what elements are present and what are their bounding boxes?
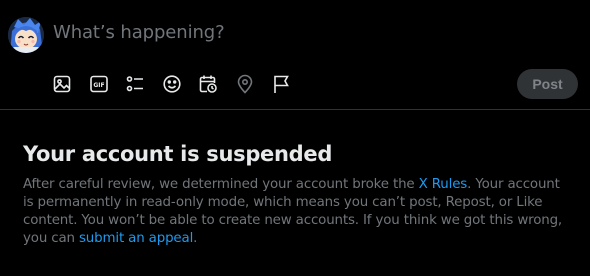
suspension-title: Your account is suspended (23, 142, 333, 166)
gif-icon: GIF (89, 75, 108, 93)
location-button[interactable] (234, 73, 256, 95)
flag-button[interactable] (270, 73, 292, 95)
flag-icon (274, 75, 289, 93)
avatar-image (8, 17, 44, 53)
suspension-notice: Your account is suspended After careful … (23, 141, 568, 248)
post-composer: What’s happening? GIF Post (0, 0, 590, 109)
location-icon (237, 74, 252, 94)
submit-appeal-link[interactable]: submit an appeal (79, 231, 193, 246)
post-button[interactable]: Post (517, 69, 578, 99)
emoji-icon (162, 75, 181, 93)
suspension-text-1: After careful review, we determined your… (23, 177, 419, 192)
gif-button[interactable]: GIF (88, 73, 110, 95)
media-button[interactable] (51, 73, 73, 95)
compose-input[interactable]: What’s happening? (53, 22, 225, 43)
x-rules-link[interactable]: X Rules (419, 177, 468, 192)
schedule-icon (199, 75, 217, 93)
suspension-message: After careful review, we determined your… (23, 176, 568, 248)
schedule-button[interactable] (197, 73, 219, 95)
media-icon (53, 75, 71, 93)
suspension-text-3: . (193, 231, 198, 246)
avatar[interactable] (8, 17, 44, 53)
emoji-button[interactable] (161, 73, 183, 95)
svg-text:GIF: GIF (93, 82, 104, 89)
divider (0, 109, 590, 110)
poll-button[interactable] (124, 73, 146, 95)
poll-icon (126, 76, 143, 92)
composer-toolbar: GIF (51, 73, 307, 95)
